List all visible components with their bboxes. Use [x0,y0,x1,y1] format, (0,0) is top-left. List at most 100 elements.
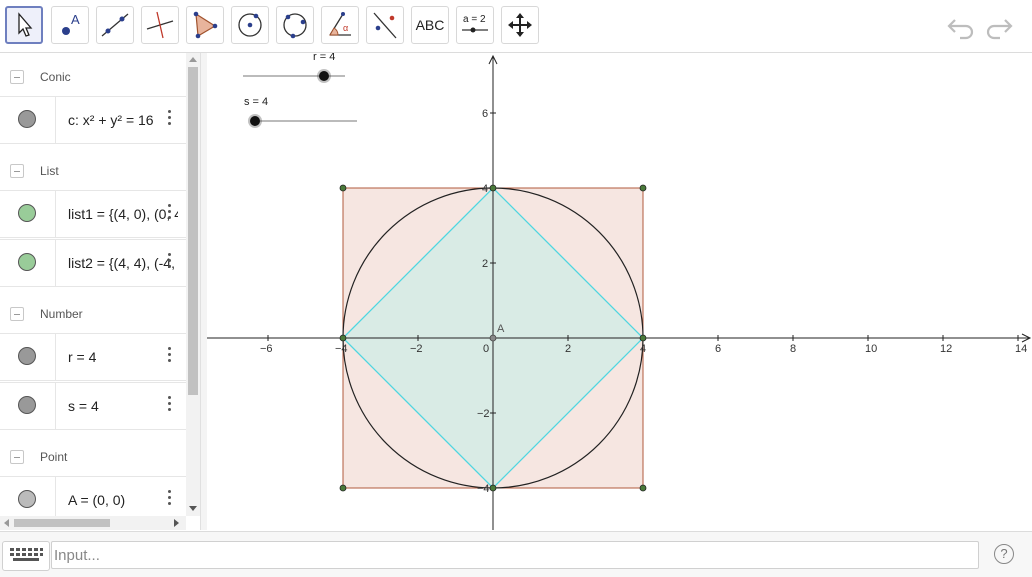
x-tick-label: −2 [410,343,423,355]
y-tick-label: −2 [477,408,490,420]
y-tick-label: 6 [482,108,488,120]
reflect-tool-button[interactable] [366,6,404,44]
section-point[interactable]: Point [0,433,186,481]
input-bar: Input... ? [0,531,1032,577]
section-number[interactable]: Number [0,290,186,338]
algebra-item-list2[interactable]: list2 = {(4, 4), (-4, 4 [0,239,186,287]
circle-center-icon [238,13,262,37]
list1-point[interactable] [489,184,497,192]
slider-r-label: r = 4 [313,53,335,63]
algebra-item-c[interactable]: c: x² + y² = 16 [0,96,186,144]
algebra-expression[interactable]: r = 4 [68,349,178,365]
point-A[interactable] [489,334,497,342]
algebra-expression[interactable]: c: x² + y² = 16 [68,112,178,128]
slider-s-handle[interactable] [250,116,260,126]
collapse-icon[interactable] [10,70,24,84]
visibility-toggle-icon[interactable] [18,347,36,365]
x-tick-label: 4 [640,343,646,355]
perpendicular-line-icon [146,11,174,39]
scroll-down-icon[interactable] [189,506,197,512]
angle-icon: α [329,12,351,36]
slider-tool-label: a = 2 [463,14,486,25]
collapse-icon[interactable] [10,164,24,178]
more-menu-icon[interactable] [168,253,172,273]
panel-divider[interactable] [200,53,207,530]
section-conic[interactable]: Conic [0,53,186,101]
algebra-expression[interactable]: list2 = {(4, 4), (-4, 4 [68,255,178,271]
x-tick-label: −6 [260,343,273,355]
slider-r-handle[interactable] [319,71,329,81]
circle-three-points-tool-button[interactable] [276,6,314,44]
y-tick-label: 2 [482,258,488,270]
slider-tool-button[interactable]: a = 2 [456,6,494,44]
reflect-icon [373,12,397,39]
algebra-item-list1[interactable]: list1 = {(4, 0), (0, 4 [0,190,186,238]
visibility-toggle-icon[interactable] [18,490,36,508]
redo-icon[interactable] [984,12,1014,40]
y-tick-label: 4 [482,183,488,195]
keyboard-toggle-button[interactable] [2,541,50,571]
graphics-view[interactable]: −6 −4 −2 0 2 4 6 8 10 12 14 6 4 2 −2 −4 A r = 4 s = 4 [207,53,1032,530]
list2-point[interactable] [639,484,647,492]
polygon-icon [193,11,218,39]
help-icon[interactable]: ? [994,544,1014,564]
more-menu-icon[interactable] [168,396,172,416]
algebra-item-s[interactable]: s = 4 [0,382,186,430]
section-list[interactable]: List [0,147,186,195]
visibility-toggle-icon[interactable] [18,253,36,271]
scroll-up-icon[interactable] [189,56,197,62]
section-label: Point [40,450,68,464]
angle-tool-label: α [343,23,348,33]
angle-tool-button[interactable]: α [321,6,359,44]
more-menu-icon[interactable] [168,204,172,224]
visibility-toggle-icon[interactable] [18,204,36,222]
text-tool-button[interactable]: ABC [411,6,449,44]
algebra-vertical-scrollbar[interactable] [186,53,200,516]
point-icon: A [62,12,80,35]
circle-center-point-tool-button[interactable] [231,6,269,44]
collapse-icon[interactable] [10,307,24,321]
algebra-horizontal-scrollbar[interactable] [0,516,186,530]
toolbar: A α ABC a = 2 [0,0,1032,53]
x-tick-label: 2 [565,343,571,355]
input-field[interactable]: Input... [51,541,979,569]
x-tick-label: 8 [790,343,796,355]
line-tool-button[interactable] [96,6,134,44]
more-menu-icon[interactable] [168,490,172,510]
collapse-icon[interactable] [10,450,24,464]
line-icon [101,13,129,37]
circle-three-points-icon [283,13,307,39]
move-graphics-tool-button[interactable] [501,6,539,44]
algebra-expression[interactable]: list1 = {(4, 0), (0, 4 [68,206,178,222]
point-tool-button[interactable]: A [51,6,89,44]
visibility-toggle-icon[interactable] [18,396,36,414]
visibility-toggle-icon[interactable] [18,110,36,128]
algebra-expression[interactable]: s = 4 [68,398,178,414]
move-tool-button[interactable] [5,6,43,44]
move-arrows-icon [508,13,532,37]
list2-point[interactable] [639,184,647,192]
polygon-tool-button[interactable] [186,6,224,44]
point-tool-label: A [71,12,80,27]
algebra-item-r[interactable]: r = 4 [0,333,186,381]
scrollbar-thumb[interactable] [188,67,198,395]
list1-point[interactable] [339,334,347,342]
list2-point[interactable] [339,184,347,192]
list1-point[interactable] [489,484,497,492]
perpendicular-line-tool-button[interactable] [141,6,179,44]
more-menu-icon[interactable] [168,347,172,367]
scroll-left-icon[interactable] [3,519,9,527]
scroll-right-icon[interactable] [174,519,180,527]
more-menu-icon[interactable] [168,110,172,130]
list1-point[interactable] [639,334,647,342]
slider-s-label: s = 4 [244,96,268,108]
undo-icon[interactable] [946,12,976,40]
list2-point[interactable] [339,484,347,492]
keyboard-icon [10,548,43,561]
x-tick-label: 12 [940,343,952,355]
algebra-expression[interactable]: A = (0, 0) [68,492,178,508]
x-tick-label: 10 [865,343,877,355]
scrollbar-thumb[interactable] [14,519,110,527]
text-tool-label: ABC [415,17,445,33]
x-tick-label: 6 [715,343,721,355]
